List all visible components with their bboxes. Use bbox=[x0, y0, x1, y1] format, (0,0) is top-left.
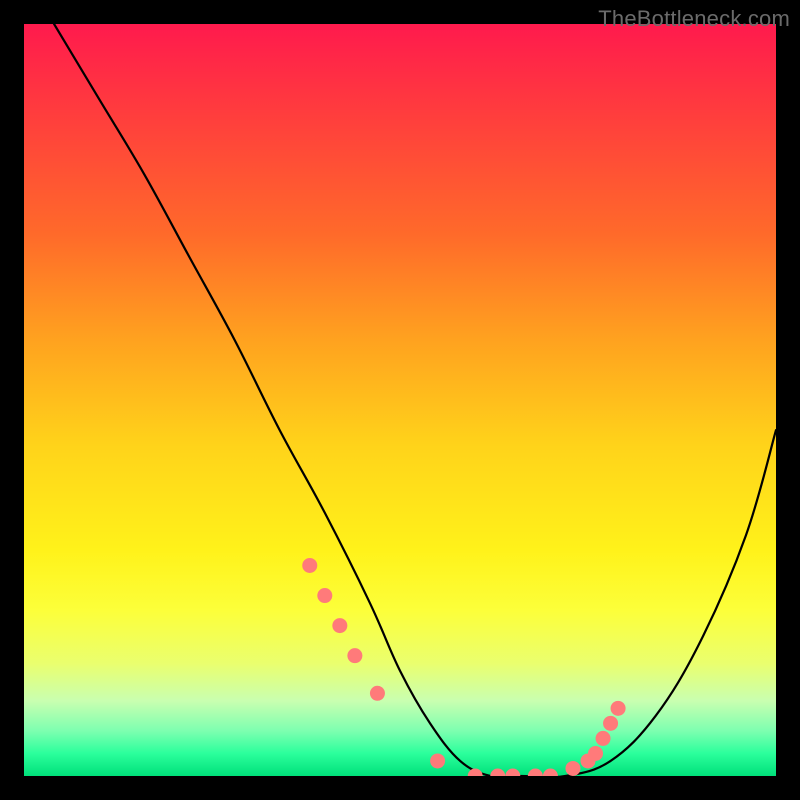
marker-dots bbox=[302, 558, 625, 776]
marker-dot bbox=[347, 648, 362, 663]
marker-dot bbox=[528, 769, 543, 777]
marker-dot bbox=[332, 618, 347, 633]
marker-dot bbox=[565, 761, 580, 776]
marker-dot bbox=[490, 769, 505, 777]
marker-dot bbox=[596, 731, 611, 746]
marker-dot bbox=[543, 769, 558, 777]
marker-dot bbox=[505, 769, 520, 777]
chart-canvas bbox=[24, 24, 776, 776]
marker-dot bbox=[370, 686, 385, 701]
watermark-text: TheBottleneck.com bbox=[598, 6, 790, 32]
bottleneck-curve bbox=[54, 24, 776, 776]
marker-dot bbox=[468, 769, 483, 777]
marker-dot bbox=[588, 746, 603, 761]
marker-dot bbox=[611, 701, 626, 716]
marker-dot bbox=[603, 716, 618, 731]
marker-dot bbox=[317, 588, 332, 603]
marker-dot bbox=[430, 753, 445, 768]
plot-svg bbox=[24, 24, 776, 776]
marker-dot bbox=[302, 558, 317, 573]
